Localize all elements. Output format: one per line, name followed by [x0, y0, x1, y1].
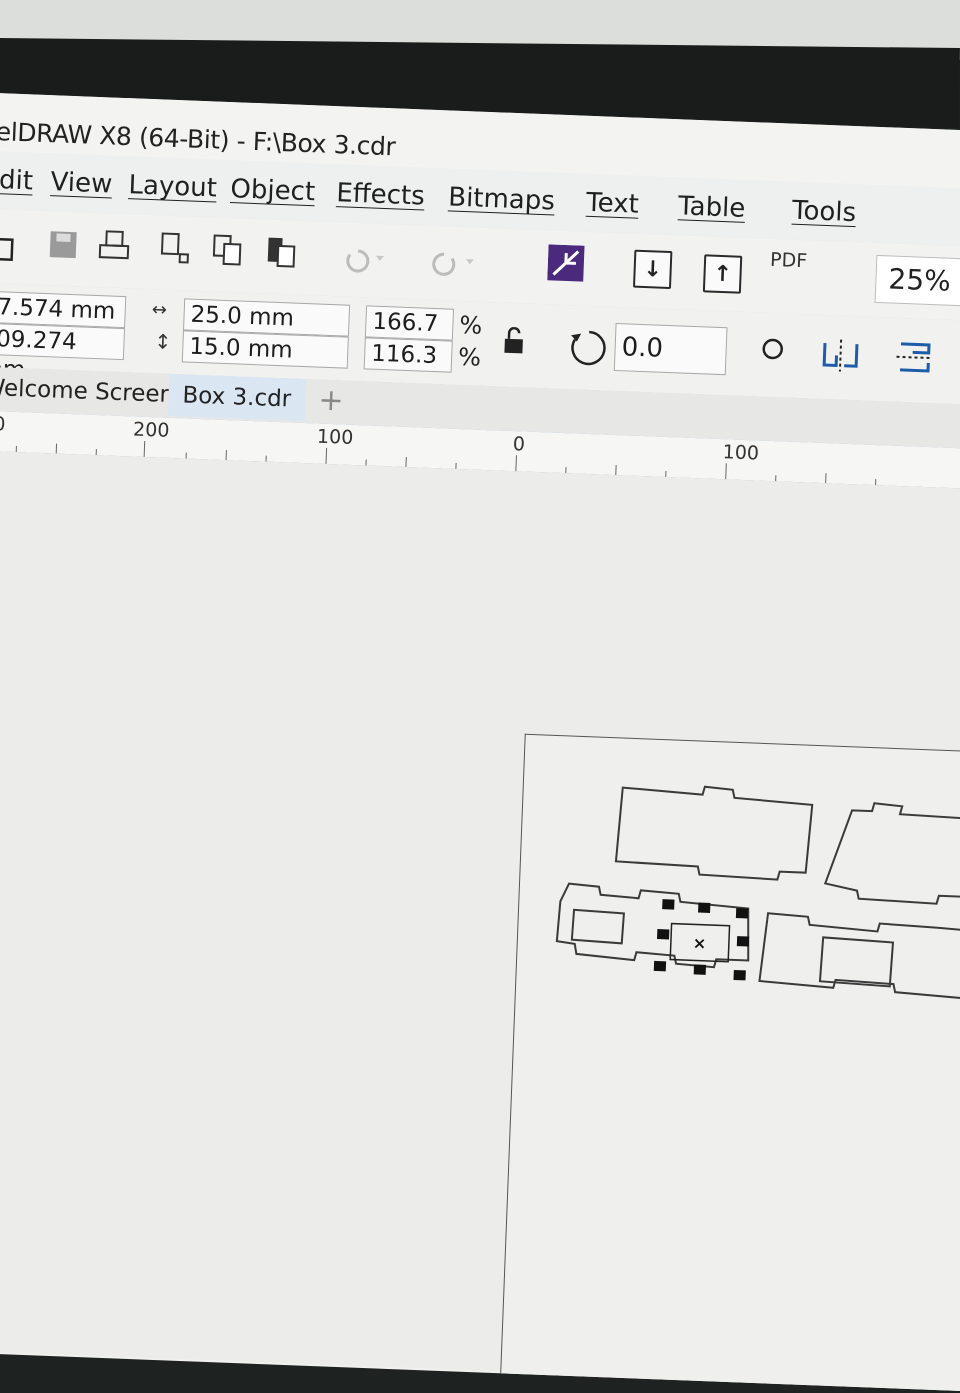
- undo-icon[interactable]: [339, 242, 390, 281]
- tab-box-3-label: Box 3.cdr: [182, 382, 292, 412]
- rotation-field[interactable]: 0.0: [614, 323, 728, 375]
- menu-text[interactable]: Text: [586, 188, 640, 220]
- print-icon[interactable]: [97, 229, 133, 271]
- scale-width-unit: %: [459, 311, 483, 340]
- menu-bitmaps[interactable]: Bitmaps: [448, 182, 556, 216]
- corel-connect-icon[interactable]: [547, 244, 587, 290]
- x-position-field[interactable]: 97.574 mm: [0, 290, 126, 328]
- ruler-label: 0: [512, 433, 525, 455]
- import-icon[interactable]: ↓: [633, 250, 672, 289]
- scale-width-field[interactable]: 166.7: [365, 305, 454, 340]
- rotation-center-icon[interactable]: [760, 337, 785, 369]
- scale-height-unit: %: [458, 343, 482, 372]
- save-icon[interactable]: [47, 229, 80, 269]
- svg-text:×: ×: [693, 933, 707, 953]
- y-position-field[interactable]: 609.274 mm: [0, 322, 125, 360]
- height-icon: ↕: [154, 329, 172, 354]
- paste-icon[interactable]: [265, 235, 301, 277]
- add-tab-icon[interactable]: +: [304, 379, 359, 423]
- menu-tools[interactable]: Tools: [791, 196, 856, 228]
- screen: relDRAW X8 (64-Bit) - F:\Box 3.cdr Edit …: [0, 92, 960, 1393]
- drawing-canvas[interactable]: ×: [0, 451, 960, 1391]
- width-icon: ↔: [151, 299, 167, 321]
- redo-icon[interactable]: [429, 246, 480, 285]
- tab-welcome-screen[interactable]: Welcome Screen: [0, 366, 189, 416]
- tab-welcome-label: Welcome Screen: [0, 375, 175, 408]
- tab-box-3[interactable]: Box 3.cdr: [168, 374, 306, 421]
- ruler-label: 00: [0, 413, 6, 436]
- menu-object[interactable]: Object: [230, 174, 316, 207]
- selection-handles: ×: [654, 899, 751, 981]
- menu-table[interactable]: Table: [678, 191, 746, 224]
- cut-icon[interactable]: [159, 231, 195, 273]
- ruler-label: 200: [133, 419, 170, 442]
- ruler-label: 100: [722, 441, 759, 464]
- box-template-drawing[interactable]: ×: [0, 451, 960, 1391]
- mirror-horizontal-icon[interactable]: [820, 337, 862, 380]
- export-icon[interactable]: ↑: [703, 254, 742, 293]
- scale-height-field[interactable]: 116.3: [364, 337, 453, 372]
- zoom-level-field[interactable]: 25%: [875, 255, 960, 307]
- menu-layout[interactable]: Layout: [128, 170, 217, 203]
- mirror-vertical-icon[interactable]: [894, 340, 936, 383]
- pdf-label: PDF: [770, 249, 808, 272]
- lock-ratio-icon[interactable]: [500, 327, 527, 365]
- menu-edit[interactable]: Edit: [0, 165, 34, 197]
- copy-icon[interactable]: [211, 233, 247, 275]
- ruler-label: 100: [317, 426, 354, 449]
- menu-effects[interactable]: Effects: [336, 178, 425, 211]
- publish-pdf-icon[interactable]: PDF: [770, 249, 808, 272]
- folder-icon[interactable]: [0, 226, 15, 269]
- menu-view[interactable]: View: [50, 167, 113, 199]
- rotate-icon: [568, 327, 610, 376]
- height-field[interactable]: 15.0 mm: [182, 330, 349, 368]
